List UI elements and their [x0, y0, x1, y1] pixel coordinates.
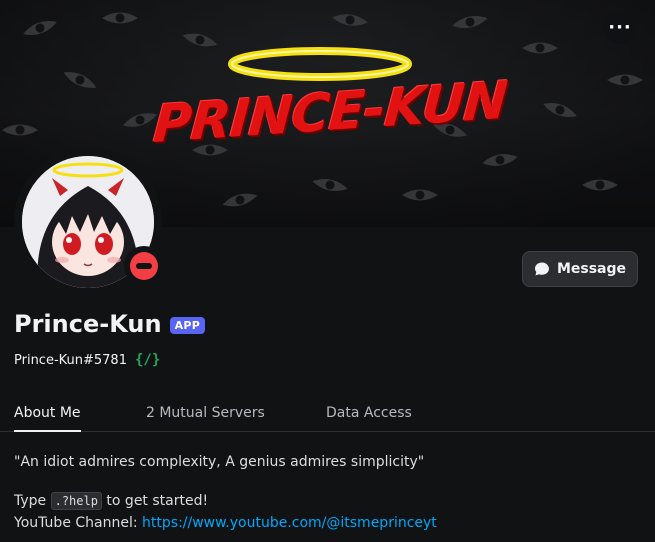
- help-suffix: to get started!: [106, 493, 209, 509]
- help-prefix: Type: [14, 493, 47, 509]
- message-button[interactable]: Message: [522, 251, 638, 287]
- app-badge: APP: [169, 316, 206, 334]
- tab-mutual-servers[interactable]: 2 Mutual Servers: [146, 405, 265, 430]
- tab-data-access[interactable]: Data Access: [326, 405, 412, 430]
- profile-tabs: About Me 2 Mutual Servers Data Access: [0, 398, 655, 432]
- help-line: Type .?help to get started!: [14, 490, 437, 512]
- display-name: Prince-Kun APP: [14, 310, 206, 338]
- display-name-text: Prince-Kun: [14, 310, 162, 338]
- tab-about-me[interactable]: About Me: [14, 405, 81, 432]
- username-text[interactable]: Prince-Kun#5781: [14, 353, 127, 368]
- youtube-line: YouTube Channel: https://www.youtube.com…: [14, 512, 437, 534]
- more-options-button[interactable]: ···: [603, 10, 637, 44]
- youtube-label: YouTube Channel:: [14, 515, 138, 531]
- youtube-link[interactable]: https://www.youtube.com/@itsmeprinceyt: [142, 515, 437, 531]
- message-button-label: Message: [556, 261, 627, 277]
- chat-bubble-icon: [534, 262, 549, 276]
- help-command-code: .?help: [50, 492, 102, 510]
- about-me-section: "An idiot admires complexity, A genius a…: [14, 451, 437, 534]
- status-indicator-dnd: [124, 246, 164, 286]
- do-not-disturb-icon: [130, 252, 158, 280]
- slash-commands-icon[interactable]: {/}: [135, 352, 160, 368]
- username-row: Prince-Kun#5781 {/}: [14, 352, 160, 368]
- about-quote: "An idiot admires complexity, A genius a…: [14, 454, 425, 470]
- ellipsis-icon: ···: [608, 16, 632, 38]
- avatar-frame[interactable]: [14, 148, 164, 296]
